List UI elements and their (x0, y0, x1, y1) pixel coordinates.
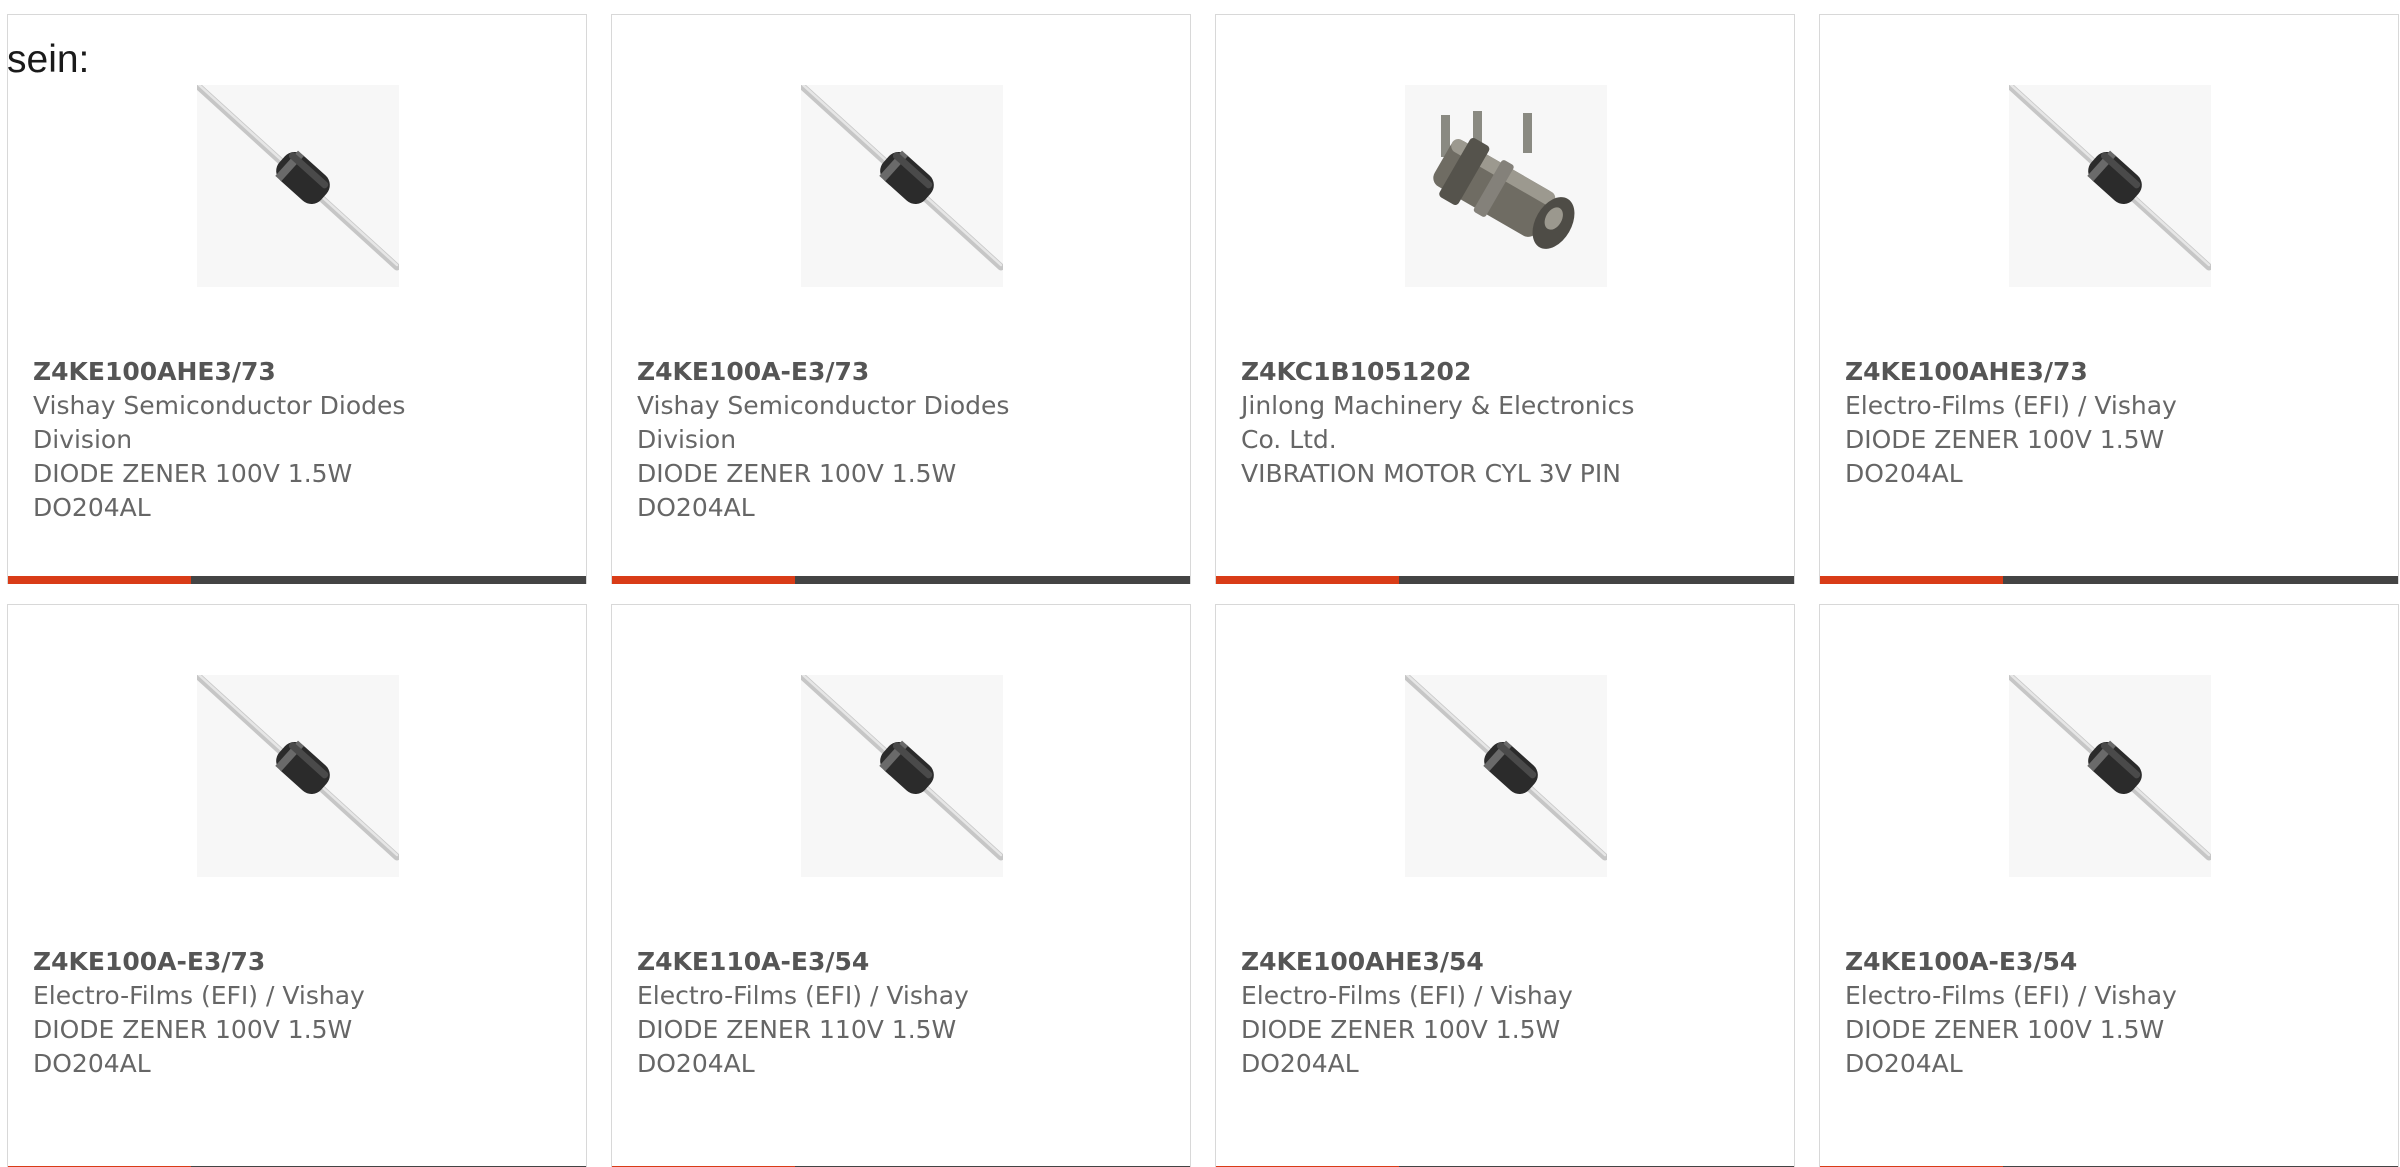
product-grid-page: sein: Z4KE100AHE3/73 Vishay Semiconductor… (0, 0, 2400, 1167)
diode-image[interactable] (2009, 675, 2211, 877)
product-info: Z4KE100AHE3/73 Vishay Semiconductor Diode… (33, 355, 473, 525)
product-card[interactable]: Z4KE100AHE3/54 Electro-Films (EFI) / Vish… (1215, 604, 1795, 1167)
product-grid: Z4KE100AHE3/73 Vishay Semiconductor Diode… (7, 14, 2399, 1167)
diode-image[interactable] (801, 85, 1003, 287)
product-info: Z4KE100A-E3/54 Electro-Films (EFI) / Vish… (1845, 945, 2285, 1081)
part-number-link[interactable]: Z4KE100AHE3/54 (1241, 945, 1681, 979)
card-accent-bar (612, 576, 795, 584)
product-card[interactable]: Z4KE100A-E3/73 Vishay Semiconductor Diode… (611, 14, 1191, 584)
card-dark-bar (191, 576, 586, 584)
product-description: DIODE ZENER 100V 1.5W DO204AL (33, 459, 353, 522)
card-dark-bar (2003, 576, 2398, 584)
card-bottom-bar (612, 576, 1190, 584)
manufacturer-name: Jinlong Machinery & Electronics Co. Ltd. (1241, 391, 1635, 454)
diode-image[interactable] (1405, 675, 1607, 877)
card-bottom-bar (1216, 576, 1794, 584)
card-accent-bar (1216, 576, 1399, 584)
part-number-link[interactable]: Z4KE100AHE3/73 (33, 355, 473, 389)
product-info: Z4KE100A-E3/73 Electro-Films (EFI) / Vish… (33, 945, 473, 1081)
card-accent-bar (8, 576, 191, 584)
part-number-link[interactable]: Z4KE100AHE3/73 (1845, 355, 2285, 389)
card-bottom-bar (1820, 576, 2398, 584)
manufacturer-name: Vishay Semiconductor Diodes Division (637, 391, 1010, 454)
product-description: DIODE ZENER 100V 1.5W DO204AL (1845, 1015, 2165, 1078)
product-card[interactable]: Z4KE100AHE3/73 Electro-Films (EFI) / Vish… (1819, 14, 2399, 584)
part-number-link[interactable]: Z4KE110A-E3/54 (637, 945, 1077, 979)
card-accent-bar (1820, 576, 2003, 584)
diode-image[interactable] (197, 675, 399, 877)
manufacturer-name: Vishay Semiconductor Diodes Division (33, 391, 406, 454)
product-card[interactable]: Z4KE110A-E3/54 Electro-Films (EFI) / Vish… (611, 604, 1191, 1167)
product-info: Z4KE110A-E3/54 Electro-Films (EFI) / Vish… (637, 945, 1077, 1081)
manufacturer-name: Electro-Films (EFI) / Vishay (1845, 391, 2177, 420)
part-number-link[interactable]: Z4KE100A-E3/73 (33, 945, 473, 979)
product-description: VIBRATION MOTOR CYL 3V PIN (1241, 459, 1621, 488)
product-info: Z4KE100AHE3/73 Electro-Films (EFI) / Vish… (1845, 355, 2285, 491)
card-bottom-bar (8, 576, 586, 584)
manufacturer-name: Electro-Films (EFI) / Vishay (1845, 981, 2177, 1010)
product-description: DIODE ZENER 100V 1.5W DO204AL (1241, 1015, 1561, 1078)
manufacturer-name: Electro-Films (EFI) / Vishay (637, 981, 969, 1010)
diode-image[interactable] (801, 675, 1003, 877)
product-description: DIODE ZENER 100V 1.5W DO204AL (33, 1015, 353, 1078)
product-card[interactable]: Z4KC1B1051202 Jinlong Machinery & Electro… (1215, 14, 1795, 584)
product-info: Z4KE100A-E3/73 Vishay Semiconductor Diode… (637, 355, 1077, 525)
product-card[interactable]: Z4KE100AHE3/73 Vishay Semiconductor Diode… (7, 14, 587, 584)
vibration-motor-image[interactable] (1405, 85, 1607, 287)
part-number-link[interactable]: Z4KE100A-E3/73 (637, 355, 1077, 389)
manufacturer-name: Electro-Films (EFI) / Vishay (1241, 981, 1573, 1010)
product-info: Z4KE100AHE3/54 Electro-Films (EFI) / Vish… (1241, 945, 1681, 1081)
intro-text: sein: (7, 38, 90, 81)
product-card[interactable]: Z4KE100A-E3/73 Electro-Films (EFI) / Vish… (7, 604, 587, 1167)
part-number-link[interactable]: Z4KE100A-E3/54 (1845, 945, 2285, 979)
diode-image[interactable] (2009, 85, 2211, 287)
product-description: DIODE ZENER 100V 1.5W DO204AL (637, 459, 957, 522)
card-dark-bar (795, 576, 1190, 584)
product-info: Z4KC1B1051202 Jinlong Machinery & Electro… (1241, 355, 1681, 491)
part-number-link[interactable]: Z4KC1B1051202 (1241, 355, 1681, 389)
card-dark-bar (1399, 576, 1794, 584)
manufacturer-name: Electro-Films (EFI) / Vishay (33, 981, 365, 1010)
product-description: DIODE ZENER 100V 1.5W DO204AL (1845, 425, 2165, 488)
diode-image[interactable] (197, 85, 399, 287)
product-description: DIODE ZENER 110V 1.5W DO204AL (637, 1015, 957, 1078)
product-card[interactable]: Z4KE100A-E3/54 Electro-Films (EFI) / Vish… (1819, 604, 2399, 1167)
